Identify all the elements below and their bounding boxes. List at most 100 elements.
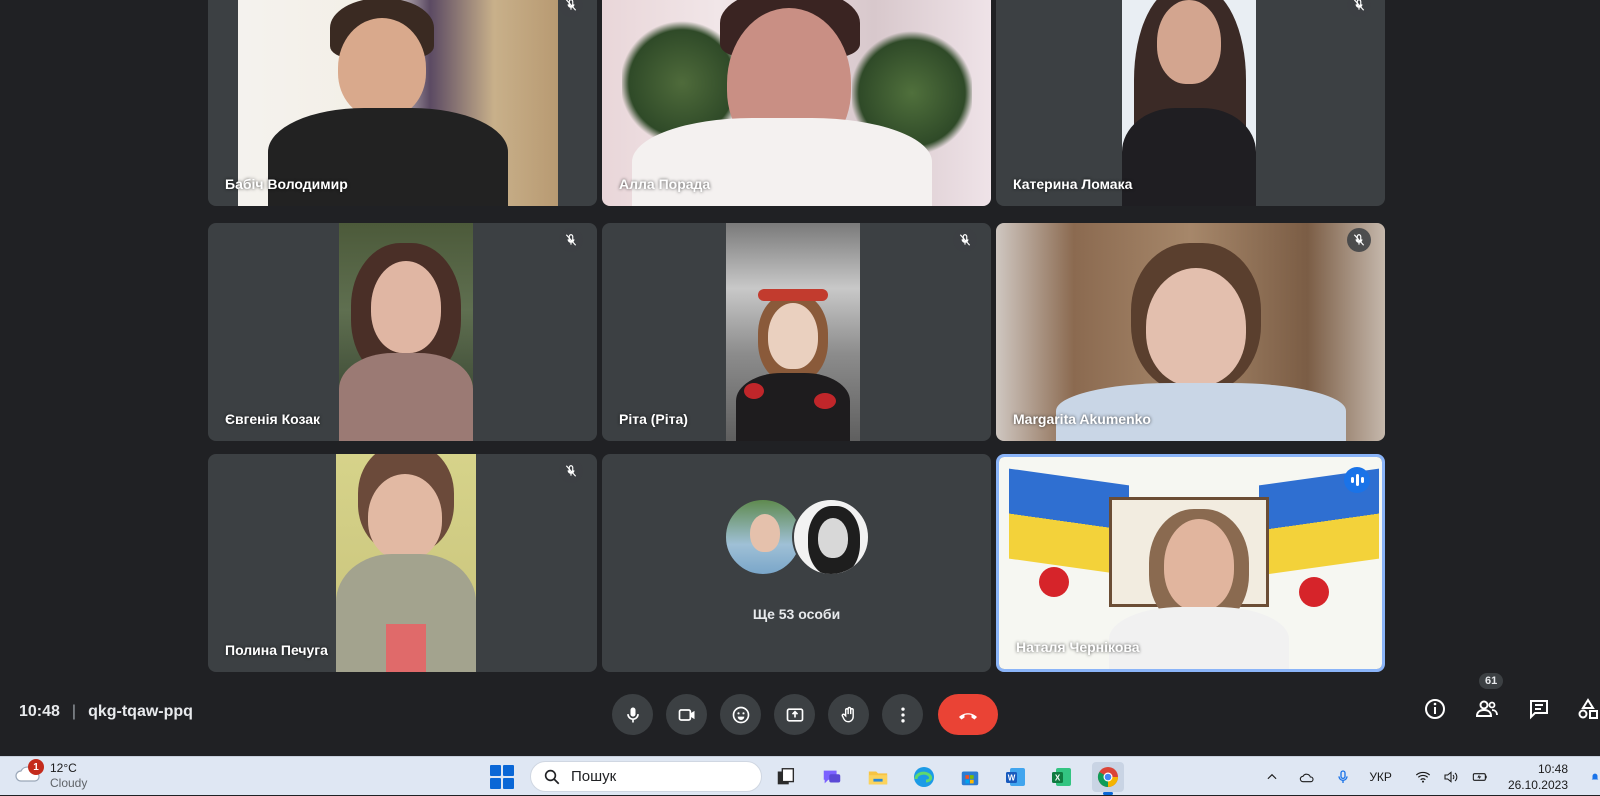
volume-tray-button[interactable]: [1442, 769, 1460, 785]
clock-time: 10:48: [1537, 761, 1568, 776]
mic-icon: [626, 707, 639, 722]
avatar: [792, 498, 870, 576]
participant-tile[interactable]: Ріта (Ріта): [602, 223, 991, 441]
windows-taskbar: 1 12°C Cloudy Пошук W X УКР 10:48 26.10.…: [0, 756, 1600, 795]
separator: |: [71, 703, 77, 720]
more-avatars: [724, 498, 874, 578]
participant-name: Бабіч Володимир: [225, 176, 348, 192]
task-view-button[interactable]: [770, 762, 802, 792]
chrome-icon: [1097, 767, 1118, 788]
activities-button[interactable]: [1576, 694, 1600, 724]
participant-tile[interactable]: Полина Печуга: [208, 454, 597, 672]
more-participants-label: Ще 53 особи: [752, 606, 841, 622]
end-call-button[interactable]: [938, 694, 998, 735]
file-explorer-icon: [868, 771, 888, 785]
wifi-tray-button[interactable]: [1414, 769, 1432, 785]
mic-off-icon: [559, 0, 583, 17]
word-icon: W: [1006, 768, 1025, 786]
chat-button[interactable]: [1524, 694, 1554, 724]
edge-button[interactable]: [908, 762, 940, 792]
participant-video: [726, 223, 860, 441]
word-button[interactable]: W: [1000, 762, 1032, 792]
speaking-indicator-icon: [1344, 467, 1370, 493]
participant-tile[interactable]: Margarita Akumenko: [996, 223, 1385, 441]
info-icon: [1425, 699, 1445, 719]
present-button[interactable]: [774, 694, 815, 735]
meeting-info: 10:48 | qkg-tqaw-ppq: [19, 703, 193, 721]
info-button[interactable]: [1420, 694, 1450, 724]
mic-off-icon: [559, 228, 583, 252]
meet-window: Бабіч Володимир Алла Порада Катерина Лом…: [0, 0, 1600, 756]
excel-button[interactable]: X: [1046, 762, 1078, 792]
participant-name: Євгенія Козак: [225, 411, 321, 427]
participant-tile-active-speaker[interactable]: Наталя Чернікова: [996, 454, 1385, 672]
onedrive-button[interactable]: [1297, 769, 1317, 785]
meeting-controls-bar: 10:48 | qkg-tqaw-ppq 61: [0, 673, 1600, 752]
call-controls: [612, 694, 998, 735]
svg-text:W: W: [1008, 774, 1016, 783]
windows-start-button[interactable]: [490, 765, 514, 789]
battery-tray-button[interactable]: [1470, 769, 1490, 785]
chat-app-icon: [823, 770, 841, 784]
participant-name: Margarita Akumenko: [1013, 411, 1151, 427]
mic-off-icon: [1347, 0, 1371, 17]
raise-hand-icon: [841, 706, 854, 722]
windows-logo-icon: [490, 765, 501, 776]
emoji-icon: [732, 706, 749, 723]
chat-icon: [1530, 700, 1548, 720]
participant-tile[interactable]: Євгенія Козак: [208, 223, 597, 441]
side-panel-controls: 61: [1420, 673, 1600, 724]
wifi-icon: [1415, 771, 1431, 783]
meeting-code[interactable]: qkg-tqaw-ppq: [88, 703, 193, 721]
weather-notification-badge: 1: [28, 759, 44, 775]
mic-button[interactable]: [612, 694, 653, 735]
participant-name: Полина Печуга: [225, 642, 328, 658]
microphone-tray-button[interactable]: [1335, 768, 1351, 786]
weather-temperature: 12°C: [50, 761, 77, 775]
present-icon: [786, 707, 803, 722]
participant-tile[interactable]: Катерина Ломака: [996, 0, 1385, 206]
participant-name: Алла Порада: [619, 176, 711, 192]
task-view-icon: [777, 768, 795, 785]
participant-video: [339, 223, 473, 441]
emoji-button[interactable]: [720, 694, 761, 735]
show-hidden-icons-button[interactable]: [1265, 770, 1279, 784]
store-icon: [961, 771, 979, 786]
weather-widget[interactable]: 1 12°C Cloudy: [14, 759, 88, 791]
excel-icon: X: [1052, 768, 1071, 786]
participant-tile[interactable]: Бабіч Володимир: [208, 0, 597, 206]
meeting-time: 10:48: [19, 703, 60, 720]
notifications-button[interactable]: [1590, 767, 1600, 787]
people-icon: [1475, 700, 1498, 717]
chrome-button[interactable]: [1092, 762, 1124, 795]
participant-tile[interactable]: Алла Порада: [602, 0, 991, 206]
chat-app-button[interactable]: [816, 762, 848, 792]
battery-icon: [1472, 772, 1487, 781]
participant-name: Катерина Ломака: [1013, 176, 1133, 192]
store-button[interactable]: [954, 762, 986, 792]
system-tray: УКР 10:48 26.10.2023: [1265, 757, 1600, 796]
taskbar-search[interactable]: Пошук: [530, 761, 762, 792]
weather-condition: Cloudy: [50, 776, 88, 790]
raise-hand-button[interactable]: [828, 694, 869, 735]
notification-bell-icon: [1591, 773, 1599, 779]
chevron-up-icon: [1267, 773, 1277, 779]
file-explorer-button[interactable]: [862, 762, 894, 792]
onedrive-cloud-icon: [1300, 773, 1314, 782]
people-button[interactable]: 61: [1472, 673, 1504, 724]
participant-video: [336, 454, 476, 672]
participant-name: Ріта (Ріта): [619, 411, 688, 427]
search-placeholder: Пошук: [571, 768, 617, 785]
participant-name: Наталя Чернікова: [1016, 639, 1140, 655]
language-indicator[interactable]: УКР: [1369, 770, 1392, 784]
participant-count-badge: 61: [1479, 673, 1504, 689]
more-participants-tile[interactable]: Ще 53 особи: [602, 454, 991, 672]
system-clock[interactable]: 10:48 26.10.2023: [1508, 761, 1568, 793]
camera-button[interactable]: [666, 694, 707, 735]
edge-icon: [914, 767, 934, 787]
activities-icon: [1578, 698, 1598, 719]
mic-off-icon: [559, 459, 583, 483]
more-options-button[interactable]: [882, 694, 923, 735]
mic-off-icon: [953, 228, 977, 252]
more-options-icon: [900, 707, 905, 722]
